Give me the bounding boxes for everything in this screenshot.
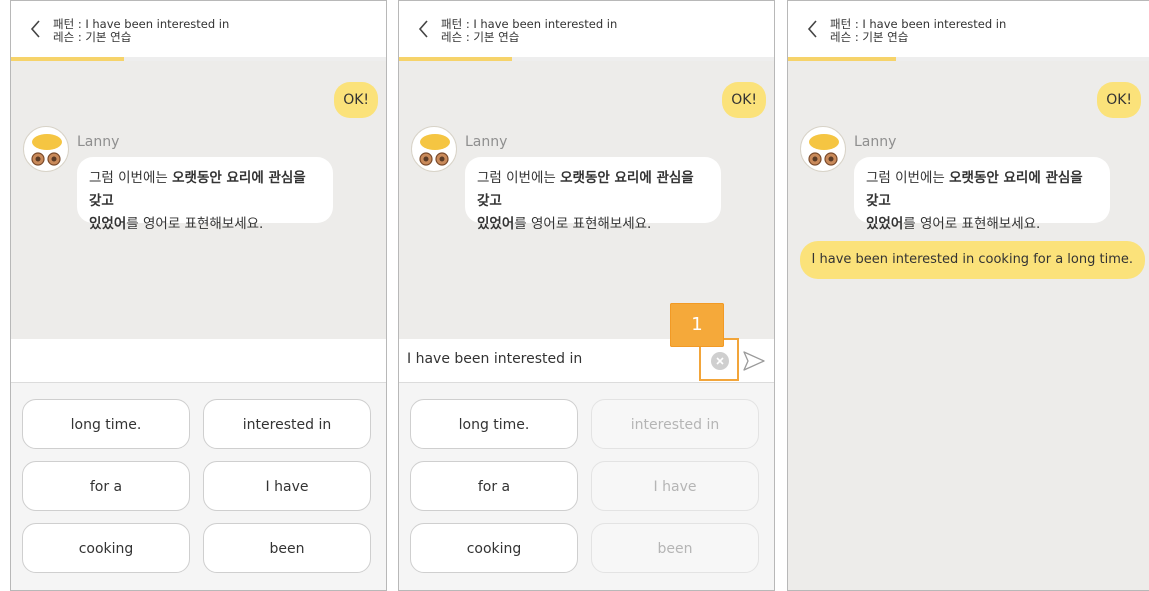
screen-panel-2: 패턴 : I have been interested in 레슨 : 기본 연…: [398, 0, 775, 591]
speaker-name: Lanny: [854, 134, 897, 150]
message-text: 그럼 이번에는: [866, 170, 950, 186]
word-choice-area: long time. interested in for a I have co…: [11, 383, 386, 590]
word-choice-area: long time. interested in for a I have co…: [399, 383, 774, 590]
lesson-label: 레슨 : 기본 연습: [53, 30, 132, 44]
word-chip[interactable]: been: [203, 523, 371, 573]
egg-character-avatar-icon: [419, 134, 450, 166]
chat-area: OK! Lanny 그럼 이번에는 오랫동안 요리에 관심을 갖고 있었어를 영어…: [399, 61, 774, 339]
word-chip-used[interactable]: been: [591, 523, 759, 573]
message-text: 를 영어로 표현해보세요.: [903, 216, 1041, 232]
avatar: [411, 126, 457, 172]
step-marker-badge: 1: [670, 303, 724, 347]
egg-character-avatar-icon: [31, 134, 62, 166]
word-chip[interactable]: long time.: [410, 399, 578, 449]
header: 패턴 : I have been interested in 레슨 : 기본 연…: [399, 1, 774, 57]
header-title: 패턴 : I have been interested in 레슨 : 기본 연…: [830, 18, 1006, 44]
message-text: 그럼 이번에는: [477, 170, 561, 186]
answer-input-row[interactable]: [11, 339, 386, 383]
message-text: 를 영어로 표현해보세요.: [126, 216, 264, 232]
user-message-bubble: OK!: [1097, 82, 1141, 118]
avatar: [23, 126, 69, 172]
word-chip[interactable]: long time.: [22, 399, 190, 449]
screen-panel-1: 패턴 : I have been interested in 레슨 : 기본 연…: [10, 0, 387, 591]
header-title: 패턴 : I have been interested in 레슨 : 기본 연…: [53, 18, 229, 44]
chat-area: OK! Lanny 그럼 이번에는 오랫동안 요리에 관심을 갖고 있었어를 영어…: [788, 61, 1149, 590]
header: 패턴 : I have been interested in 레슨 : 기본 연…: [788, 1, 1149, 57]
message-text: 를 영어로 표현해보세요.: [514, 216, 652, 232]
header: 패턴 : I have been interested in 레슨 : 기본 연…: [11, 1, 386, 57]
bot-message-bubble: 그럼 이번에는 오랫동안 요리에 관심을 갖고 있었어를 영어로 표현해보세요.: [854, 157, 1110, 232]
bot-message-bubble: 그럼 이번에는 오랫동안 요리에 관심을 갖고 있었어를 영어로 표현해보세요.: [77, 157, 333, 232]
user-message-bubble: OK!: [334, 82, 378, 118]
word-chip-used[interactable]: interested in: [591, 399, 759, 449]
avatar: [800, 126, 846, 172]
screen-panel-3: 패턴 : I have been interested in 레슨 : 기본 연…: [787, 0, 1149, 591]
chevron-left-icon[interactable]: [413, 15, 435, 43]
answer-input[interactable]: I have been interested in: [407, 351, 582, 367]
speaker-name: Lanny: [77, 134, 120, 150]
word-chip[interactable]: for a: [22, 461, 190, 511]
bot-message-bubble: 그럼 이번에는 오랫동안 요리에 관심을 갖고 있었어를 영어로 표현해보세요.: [465, 157, 721, 232]
message-bold-text: 있었어: [866, 216, 904, 232]
word-chip[interactable]: I have: [203, 461, 371, 511]
message-text: 그럼 이번에는: [89, 170, 173, 186]
header-title: 패턴 : I have been interested in 레슨 : 기본 연…: [441, 18, 617, 44]
egg-character-avatar-icon: [808, 134, 839, 166]
send-icon[interactable]: [742, 350, 766, 372]
speaker-name: Lanny: [465, 134, 508, 150]
word-chip[interactable]: for a: [410, 461, 578, 511]
answer-message-bubble: I have been interested in cooking for a …: [799, 241, 1145, 279]
chevron-left-icon[interactable]: [25, 15, 47, 43]
message-bold-text: 있었어: [477, 216, 515, 232]
word-chip[interactable]: cooking: [410, 523, 578, 573]
word-chip-used[interactable]: I have: [591, 461, 759, 511]
user-message-bubble: OK!: [722, 82, 766, 118]
message-bold-text: 있었어: [89, 216, 127, 232]
lesson-label: 레슨 : 기본 연습: [830, 30, 909, 44]
chat-area: OK! Lanny 그럼 이번에는 오랫동안 요리에 관심을 갖고 있었어를 영어…: [11, 61, 386, 339]
word-chip[interactable]: cooking: [22, 523, 190, 573]
word-chip[interactable]: interested in: [203, 399, 371, 449]
lesson-label: 레슨 : 기본 연습: [441, 30, 520, 44]
chevron-left-icon[interactable]: [802, 15, 824, 43]
